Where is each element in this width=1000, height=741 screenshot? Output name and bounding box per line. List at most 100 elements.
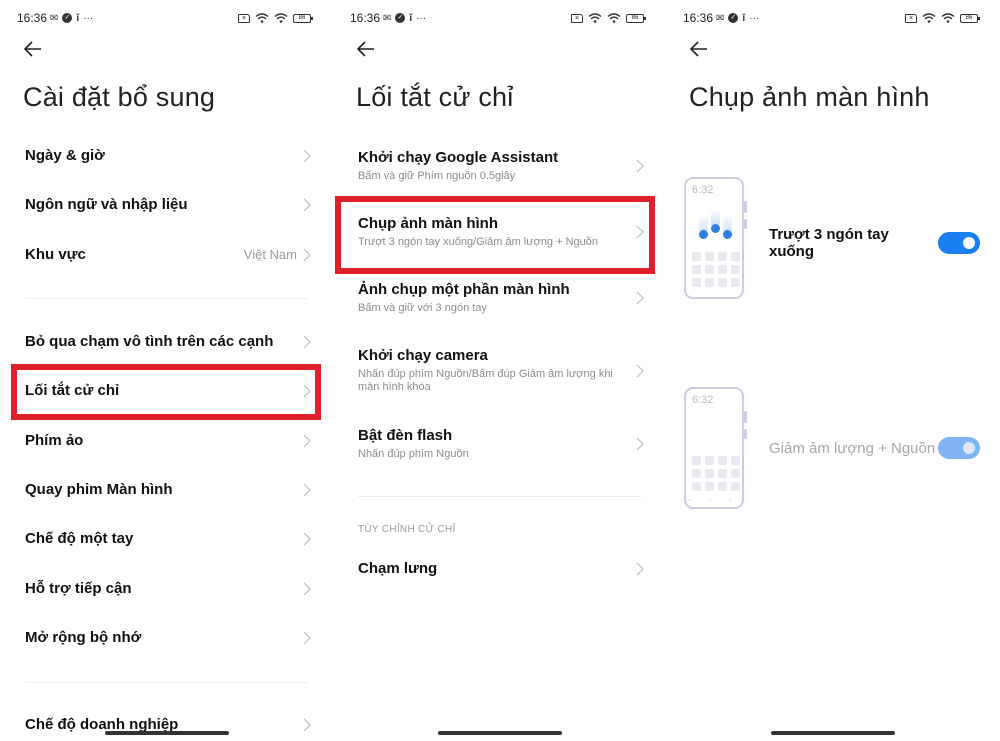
- chevron-right-icon: [636, 225, 644, 239]
- settings-item-memory-extension[interactable]: Mở rộng bộ nhớ: [25, 629, 311, 646]
- home-indicator[interactable]: [105, 731, 229, 735]
- illustration-clock: 6:32: [692, 184, 714, 196]
- item-label: Ngày & giờ: [25, 147, 105, 164]
- item-subtitle: Bấm và giữ với 3 ngón tay: [358, 302, 487, 314]
- chevron-right-icon: [636, 159, 644, 173]
- back-button[interactable]: [22, 38, 46, 62]
- chevron-right-icon: [303, 248, 311, 261]
- settings-item-virtual-keys[interactable]: Phím ảo: [25, 432, 311, 449]
- home-indicator[interactable]: [771, 731, 895, 735]
- back-button[interactable]: [688, 38, 712, 62]
- volume-power-toggle[interactable]: [938, 437, 980, 459]
- battery-icon: 86: [293, 13, 313, 23]
- home-indicator[interactable]: [438, 731, 562, 735]
- illustration-clock: 6:32: [692, 394, 714, 406]
- screen-additional-settings: 16:36 ✉ ✓ ǐ ··· × 86 Cài đặt bổ sung Ngà…: [0, 0, 333, 741]
- gesture-item-back-tap[interactable]: Chạm lưng: [358, 560, 644, 577]
- item-subtitle: Nhấn đúp phím Nguồn: [358, 448, 469, 460]
- item-value: Việt Nam: [243, 247, 297, 262]
- status-time: 16:36: [17, 11, 48, 25]
- item-label: Ngôn ngữ và nhập liệu: [25, 196, 188, 213]
- divider: [25, 298, 308, 299]
- phone-side-button: [744, 429, 747, 439]
- status-bar: 16:36 ✉ ✓ ǐ ··· × 86: [17, 10, 313, 26]
- status-time: 16:36: [683, 11, 714, 25]
- settings-item-region[interactable]: Khu vực Việt Nam: [25, 246, 311, 263]
- settings-item-accessibility[interactable]: Hỗ trợ tiếp cận: [25, 580, 311, 597]
- wifi-icon: [941, 13, 955, 23]
- item-label: Khởi chạy Google Assistant: [358, 149, 559, 166]
- mail-icon: ✉: [383, 12, 392, 24]
- chevron-right-icon: [303, 532, 311, 545]
- sim-off-icon: ×: [571, 13, 583, 23]
- page-title: Lối tắt cử chỉ: [356, 82, 514, 112]
- item-label: Chế độ một tay: [25, 530, 134, 547]
- status-bar: 16:36 ✉ ✓ ǐ ··· × 86: [683, 10, 980, 26]
- sim-off-icon: ×: [238, 13, 250, 23]
- item-subtitle: Trượt 3 ngón tay xuống/Giảm âm lượng + N…: [358, 236, 599, 248]
- item-label: Ảnh chụp một phần màn hình: [358, 281, 570, 298]
- gesture-item-screenshot[interactable]: Chụp ảnh màn hình Trượt 3 ngón tay xuống…: [358, 215, 644, 249]
- keyhole-icon: ǐ: [409, 12, 413, 24]
- chevron-right-icon: [303, 582, 311, 595]
- settings-item-one-hand-mode[interactable]: Chế độ một tay: [25, 530, 311, 547]
- settings-item-edge-touch[interactable]: Bỏ qua chạm vô tình trên các cạnh: [25, 333, 311, 350]
- gesture-item-camera[interactable]: Khởi chạy camera Nhấn đúp phím Nguồn/Bấm…: [358, 347, 644, 394]
- arrow-left-icon: [689, 41, 707, 57]
- app-grid: [692, 252, 740, 287]
- section-header: TÙY CHỈNH CỬ CHỈ: [358, 524, 456, 535]
- mail-icon: ✉: [716, 12, 725, 24]
- chevron-right-icon: [303, 149, 311, 162]
- arrow-left-icon: [356, 41, 374, 57]
- option-label: Trượt 3 ngón tay xuống: [769, 226, 889, 260]
- more-dots-icon: ···: [416, 12, 427, 24]
- wifi-icon: [274, 13, 288, 23]
- item-label: Khởi chạy camera: [358, 347, 488, 364]
- wifi-icon: [607, 13, 621, 23]
- keyhole-icon: ǐ: [742, 12, 746, 24]
- gesture-item-flashlight[interactable]: Bật đèn flash Nhấn đúp phím Nguồn: [358, 427, 644, 461]
- finger-dot: [711, 224, 720, 233]
- settings-item-date-time[interactable]: Ngày & giờ: [25, 147, 311, 164]
- more-dots-icon: ···: [83, 12, 94, 24]
- chevron-right-icon: [636, 291, 644, 305]
- option-three-finger-swipe: Trượt 3 ngón tay xuống: [769, 226, 980, 260]
- wifi-hotspot-icon: [922, 13, 936, 23]
- gesture-item-google-assistant[interactable]: Khởi chạy Google Assistant Bấm và giữ Ph…: [358, 149, 644, 183]
- chevron-right-icon: [303, 483, 311, 496]
- divider: [358, 496, 641, 497]
- finger-dot: [723, 230, 732, 239]
- battery-icon: 86: [960, 13, 980, 23]
- item-label: Bật đèn flash: [358, 427, 453, 444]
- status-bar: 16:36 ✉ ✓ ǐ ··· × 86: [350, 10, 646, 26]
- chevron-right-icon: [636, 364, 644, 377]
- check-circle-icon: ✓: [395, 13, 406, 23]
- page-title: Chụp ảnh màn hình: [689, 82, 930, 112]
- nav-buttons: ▪ ○ ‹: [688, 498, 740, 504]
- item-label: Lối tắt cử chỉ: [25, 382, 120, 399]
- item-label: Phím ảo: [25, 432, 84, 449]
- back-button[interactable]: [355, 38, 379, 62]
- settings-item-gesture-shortcuts[interactable]: Lối tắt cử chỉ: [25, 382, 311, 399]
- status-time: 16:36: [350, 11, 381, 25]
- chevron-right-icon: [303, 434, 311, 447]
- three-finger-swipe-toggle[interactable]: [938, 232, 980, 254]
- chevron-right-icon: [636, 562, 644, 575]
- wifi-hotspot-icon: [588, 13, 602, 23]
- mail-icon: ✉: [50, 12, 59, 24]
- three-finger-swipe-illustration: 6:32: [684, 177, 747, 299]
- more-dots-icon: ···: [749, 12, 760, 24]
- gesture-item-partial-screenshot[interactable]: Ảnh chụp một phần màn hình Bấm và giữ vớ…: [358, 281, 644, 315]
- settings-item-language[interactable]: Ngôn ngữ và nhập liệu: [25, 196, 311, 213]
- chevron-right-icon: [303, 335, 311, 348]
- check-circle-icon: ✓: [728, 13, 739, 23]
- phone-side-button: [744, 201, 747, 213]
- option-label: Giảm âm lượng + Nguồn: [769, 439, 936, 457]
- item-label: Chạm lưng: [358, 560, 438, 577]
- arrow-left-icon: [23, 41, 41, 57]
- page-title: Cài đặt bổ sung: [23, 82, 216, 112]
- option-volume-power: Giảm âm lượng + Nguồn: [769, 437, 980, 459]
- keyhole-icon: ǐ: [76, 12, 80, 24]
- app-grid: [692, 456, 740, 491]
- settings-item-screen-recording[interactable]: Quay phim Màn hình: [25, 481, 311, 498]
